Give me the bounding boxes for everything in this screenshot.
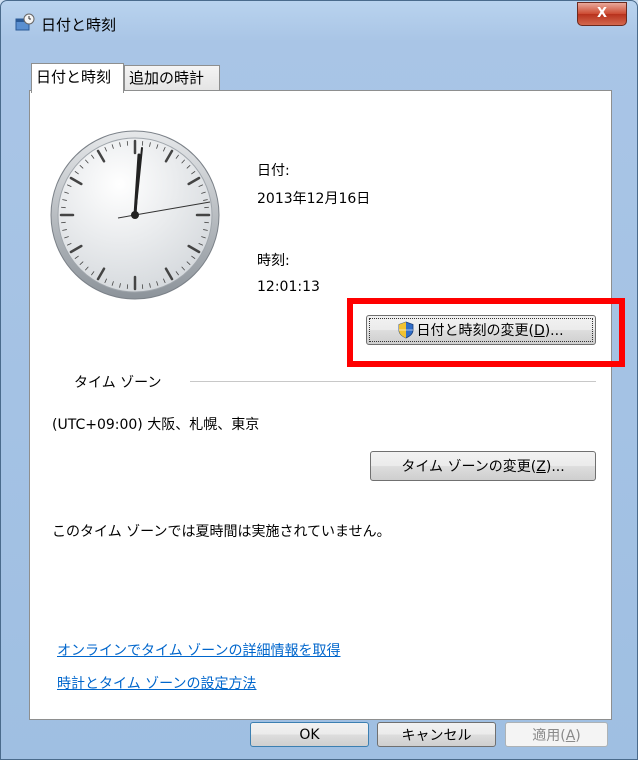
clock-timezone-help-link[interactable]: 時計とタイム ゾーンの設定方法 bbox=[57, 673, 256, 693]
cancel-button[interactable]: キャンセル bbox=[377, 722, 496, 747]
timezone-info-online-link[interactable]: オンラインでタイム ゾーンの詳細情報を取得 bbox=[57, 640, 340, 660]
apply-button[interactable]: 適用(A) bbox=[505, 722, 608, 747]
change-timezone-label: タイム ゾーンの変更(Z)... bbox=[401, 459, 565, 475]
timezone-separator bbox=[190, 381, 596, 382]
window-title: 日付と時刻 bbox=[41, 16, 117, 34]
time-label: 時刻: bbox=[257, 253, 290, 269]
close-icon: X bbox=[596, 6, 608, 21]
change-timezone-button[interactable]: タイム ゾーンの変更(Z)... bbox=[370, 451, 596, 481]
apply-label: 適用(A) bbox=[532, 727, 581, 744]
ok-label: OK bbox=[299, 726, 320, 743]
time-value: 12:01:13 bbox=[257, 279, 320, 295]
timezone-section-label: タイム ゾーン bbox=[74, 375, 162, 391]
tab-date-time[interactable]: 日付と時刻 bbox=[31, 63, 124, 93]
date-time-app-icon bbox=[15, 13, 35, 31]
close-button[interactable]: X bbox=[577, 2, 627, 26]
analog-clock bbox=[50, 130, 220, 300]
date-label: 日付: bbox=[257, 163, 290, 179]
tab-additional-clocks[interactable]: 追加の時計 bbox=[124, 65, 220, 91]
timezone-value: (UTC+09:00) 大阪、札幌、東京 bbox=[52, 417, 260, 433]
annotation-highlight-box bbox=[347, 298, 625, 367]
cancel-label: キャンセル bbox=[401, 727, 472, 744]
title-bar[interactable]: 日付と時刻 X bbox=[1, 1, 637, 45]
ok-button[interactable]: OK bbox=[250, 722, 369, 747]
date-value: 2013年12月16日 bbox=[257, 191, 371, 207]
dst-note: このタイム ゾーンでは夏時間は実施されていません。 bbox=[52, 524, 391, 540]
